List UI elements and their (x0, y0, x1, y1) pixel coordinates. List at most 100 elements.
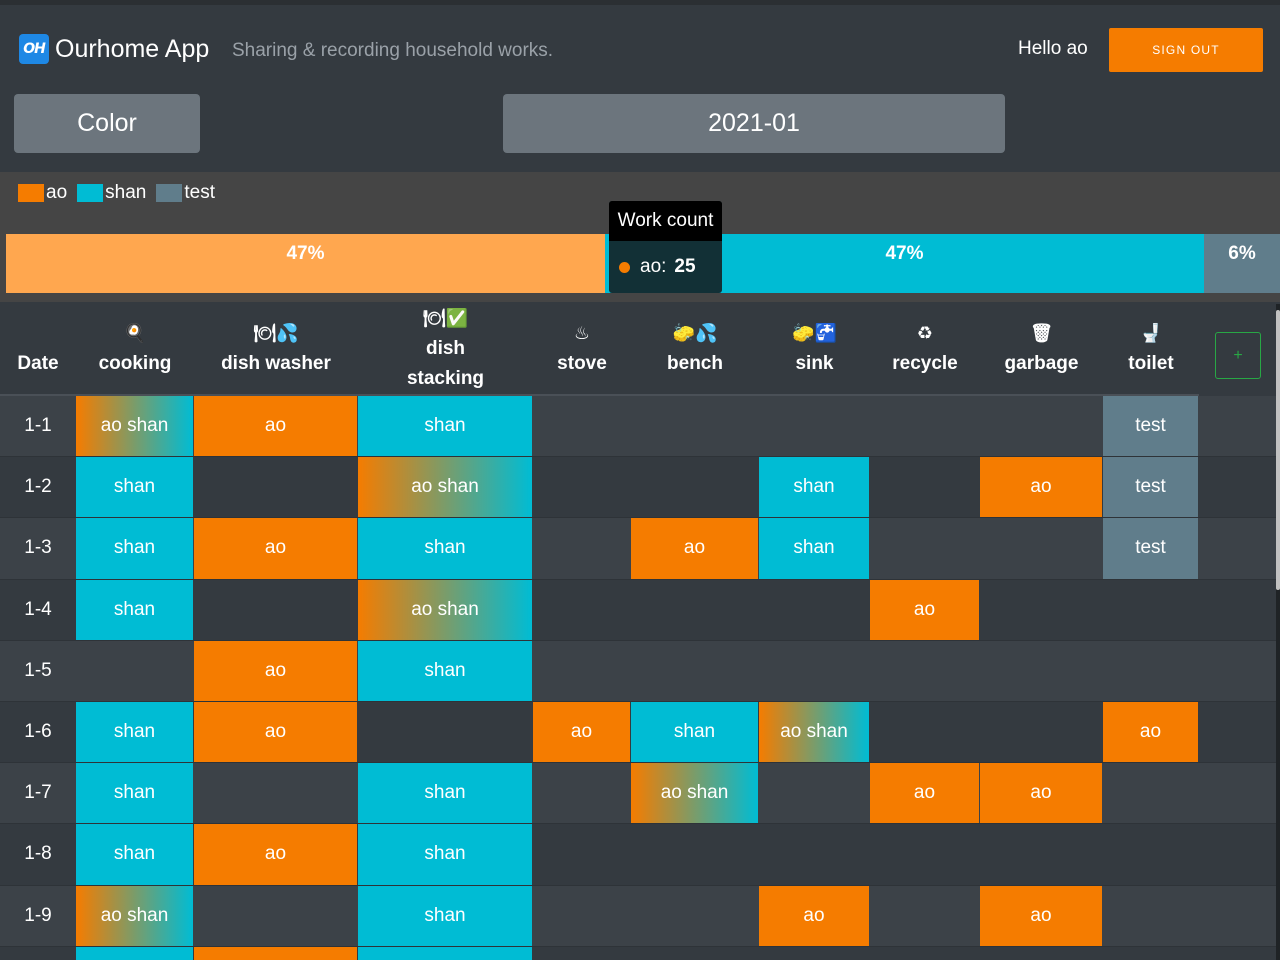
work-cell-stove[interactable] (533, 518, 630, 578)
bar-ao[interactable]: 47% (6, 234, 605, 293)
work-cell-sink[interactable]: ao (759, 885, 869, 946)
work-cell-dishstacking[interactable]: shan (358, 824, 532, 885)
work-cell-sink[interactable]: ao shan (759, 702, 869, 763)
work-cell-dishstacking[interactable]: ao shan (358, 457, 532, 518)
work-cell-cooking[interactable]: shan (76, 579, 193, 640)
column-header-recycle[interactable]: ♻ recycle (870, 304, 980, 396)
work-cell-dishstacking[interactable]: shan (358, 946, 532, 960)
work-cell-recycle[interactable] (870, 396, 979, 456)
work-cell-stove[interactable] (533, 641, 630, 701)
column-header-bench[interactable]: 🧽💦 bench (631, 304, 759, 396)
column-header-garbage[interactable]: 🗑 garbage (980, 304, 1103, 396)
work-cell-toilet[interactable] (1103, 641, 1198, 701)
work-cell-recycle[interactable] (870, 641, 979, 701)
work-cell-toilet[interactable]: test (1103, 457, 1198, 518)
work-cell-dishstacking[interactable] (358, 702, 532, 762)
work-cell-stove[interactable] (533, 580, 630, 640)
work-cell-dishwasher[interactable] (194, 763, 357, 823)
legend-item-shan[interactable]: shan (77, 182, 146, 204)
work-cell-garbage[interactable] (980, 702, 1102, 762)
work-cell-garbage[interactable] (980, 518, 1102, 578)
work-cell-dishwasher[interactable] (194, 886, 357, 946)
legend-item-ao[interactable]: ao (18, 182, 67, 204)
work-cell-garbage[interactable] (980, 580, 1102, 640)
work-cell-cooking[interactable]: shan (76, 457, 193, 518)
work-cell-recycle[interactable]: ao (870, 763, 979, 824)
work-cell-toilet[interactable] (1103, 763, 1198, 823)
work-cell-bench[interactable]: shan (631, 702, 758, 763)
work-cell-toilet[interactable] (1103, 580, 1198, 640)
work-cell-sink[interactable] (759, 580, 869, 640)
work-cell-recycle[interactable] (870, 702, 979, 762)
work-cell-dishstacking[interactable]: shan (358, 763, 532, 824)
work-cell-garbage[interactable] (980, 396, 1102, 456)
column-header-toilet[interactable]: 🚽 toilet (1103, 304, 1199, 396)
work-cell-sink[interactable]: shan (759, 518, 869, 579)
work-cell-bench[interactable] (631, 580, 758, 640)
sign-out-button[interactable]: SIGN OUT (1109, 28, 1263, 72)
app-logo[interactable]: OH (19, 34, 49, 64)
work-cell-stove[interactable] (533, 457, 630, 517)
work-cell-cooking[interactable] (76, 641, 193, 701)
work-cell-sink[interactable] (759, 396, 869, 456)
work-cell-bench[interactable]: ao (631, 518, 758, 579)
work-cell-toilet[interactable]: test (1103, 518, 1198, 579)
column-header-stove[interactable]: ♨ stove (533, 304, 631, 396)
month-selector-button[interactable]: 2021-01 (503, 94, 1005, 153)
work-cell-garbage[interactable]: ao (980, 457, 1102, 518)
legend-item-test[interactable]: test (156, 182, 215, 204)
work-cell-garbage[interactable] (980, 641, 1102, 701)
work-cell-cooking[interactable]: ao shan (76, 885, 193, 946)
work-cell-dishstacking[interactable]: shan (358, 396, 532, 457)
work-cell-bench[interactable] (631, 886, 758, 946)
color-button[interactable]: Color (14, 94, 200, 153)
column-header-dishwasher[interactable]: 🍽💦 dish washer (194, 304, 358, 396)
work-cell-cooking[interactable]: ao shan (76, 396, 193, 457)
work-cell-sink[interactable] (759, 641, 869, 701)
work-cell-toilet[interactable]: ao (1103, 702, 1198, 763)
work-cell-dishwasher[interactable]: ao (194, 946, 357, 960)
work-cell-dishwasher[interactable]: ao (194, 396, 357, 457)
work-cell-stove[interactable] (533, 763, 630, 823)
work-cell-toilet[interactable]: test (1103, 396, 1198, 457)
work-cell-bench[interactable] (631, 457, 758, 517)
work-cell-dishstacking[interactable]: ao shan (358, 579, 532, 640)
work-cell-recycle[interactable] (870, 824, 979, 884)
work-cell-dishwasher[interactable] (194, 457, 357, 517)
work-cell-sink[interactable] (759, 763, 869, 823)
work-cell-stove[interactable] (533, 947, 630, 960)
work-cell-toilet[interactable] (1103, 947, 1198, 960)
work-cell-recycle[interactable]: ao (870, 579, 979, 640)
work-cell-bench[interactable] (631, 396, 758, 456)
work-cell-cooking[interactable]: shan (76, 518, 193, 579)
work-cell-dishwasher[interactable]: ao (194, 702, 357, 763)
work-cell-sink[interactable] (759, 947, 869, 960)
work-cell-garbage[interactable] (980, 947, 1102, 960)
work-cell-cooking[interactable]: shan (76, 946, 193, 960)
work-cell-dishstacking[interactable]: shan (358, 640, 532, 701)
work-cell-bench[interactable] (631, 947, 758, 960)
column-header-dishstacking[interactable]: 🍽✅ dish stacking (358, 304, 533, 396)
add-column-button[interactable]: + (1215, 332, 1261, 379)
work-cell-dishwasher[interactable]: ao (194, 640, 357, 701)
work-cell-dishstacking[interactable]: shan (358, 885, 532, 946)
table-scrollbar-thumb[interactable] (1276, 310, 1280, 590)
work-cell-stove[interactable] (533, 886, 630, 946)
work-cell-stove[interactable]: ao (533, 702, 630, 763)
work-cell-garbage[interactable] (980, 824, 1102, 884)
work-cell-sink[interactable] (759, 824, 869, 884)
work-cell-dishwasher[interactable] (194, 580, 357, 640)
work-cell-cooking[interactable]: shan (76, 702, 193, 763)
work-cell-stove[interactable] (533, 396, 630, 456)
work-cell-bench[interactable] (631, 824, 758, 884)
work-cell-recycle[interactable] (870, 947, 979, 960)
work-cell-recycle[interactable] (870, 457, 979, 517)
work-cell-dishwasher[interactable]: ao (194, 518, 357, 579)
work-cell-toilet[interactable] (1103, 824, 1198, 884)
work-cell-recycle[interactable] (870, 518, 979, 578)
column-header-sink[interactable]: 🧽🚰 sink (759, 304, 870, 396)
work-cell-recycle[interactable] (870, 886, 979, 946)
work-cell-cooking[interactable]: shan (76, 824, 193, 885)
work-cell-bench[interactable]: ao shan (631, 763, 758, 824)
work-cell-dishstacking[interactable]: shan (358, 518, 532, 579)
